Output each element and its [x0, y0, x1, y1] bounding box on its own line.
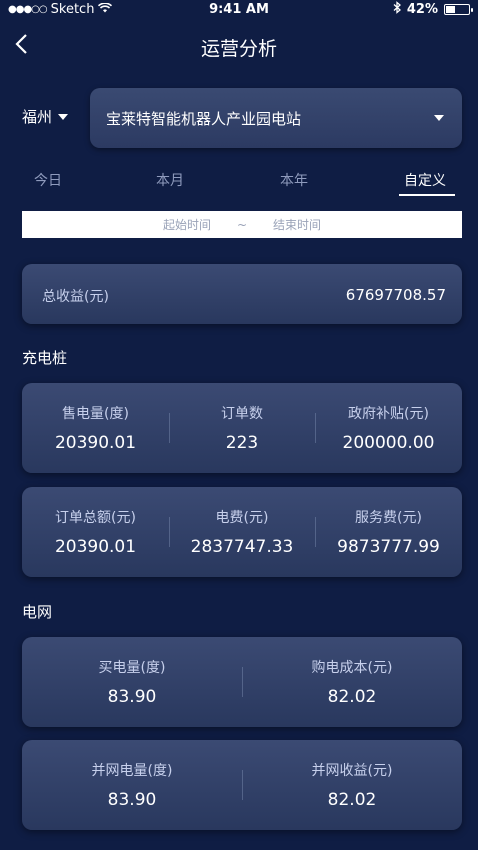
stat-label: 并网电量(度) — [91, 763, 173, 779]
grid-stats-card-1: 买电量(度) 83.90 购电成本(元) 82.02 — [22, 637, 462, 727]
stat-item: 并网收益(元) 82.02 — [242, 740, 462, 830]
stat-item: 并网电量(度) 83.90 — [22, 740, 242, 830]
stat-value: 20390.01 — [54, 433, 137, 453]
stat-value: 223 — [225, 433, 259, 453]
city-label: 福州 — [22, 108, 53, 126]
battery-icon — [444, 3, 473, 15]
stat-item: 服务费(元) 9873777.99 — [315, 487, 462, 577]
stat-label: 买电量(度) — [98, 660, 166, 676]
stat-label: 服务费(元) — [355, 510, 422, 526]
bluetooth-icon — [393, 0, 401, 18]
active-tab-indicator — [399, 194, 455, 196]
stat-value: 200000.00 — [342, 433, 435, 453]
stat-label: 订单数 — [221, 406, 263, 422]
battery-fill — [446, 5, 455, 13]
tab-custom[interactable]: 自定义 — [404, 170, 446, 190]
battery-percent: 42% — [406, 1, 438, 17]
stat-value: 82.02 — [327, 687, 377, 707]
time-range-separator: ~ — [236, 217, 248, 232]
tab-year[interactable]: 本年 — [280, 170, 308, 190]
period-tabs: 今日 本月 本年 自定义 — [0, 170, 478, 200]
caret-down-icon — [58, 113, 69, 120]
stat-value: 83.90 — [107, 790, 157, 810]
stat-label: 售电量(度) — [62, 406, 129, 422]
station-label: 宝莱特智能机器人产业园电站 — [106, 109, 302, 128]
filter-row: 福州 宝莱特智能机器人产业园电站 — [0, 88, 478, 148]
total-revenue-value: 67697708.57 — [345, 286, 446, 304]
stat-value: 82.02 — [327, 790, 377, 810]
tab-today[interactable]: 今日 — [34, 170, 62, 190]
station-selector[interactable]: 宝莱特智能机器人产业园电站 — [90, 88, 462, 148]
stat-label: 电费(元) — [215, 510, 269, 526]
stat-item: 政府补贴(元) 200000.00 — [315, 383, 462, 473]
page-title: 运营分析 — [200, 38, 277, 60]
charging-stats-card-1: 售电量(度) 20390.01 订单数 223 政府补贴(元) 200000.0… — [22, 383, 462, 473]
stat-item: 电费(元) 2837747.33 — [169, 487, 315, 577]
grid-stats-card-2: 并网电量(度) 83.90 并网收益(元) 82.02 — [22, 740, 462, 830]
end-time-field[interactable]: 结束时间 — [273, 216, 321, 233]
stat-item: 买电量(度) 83.90 — [22, 637, 242, 727]
status-bar: ●●●○○ Sketch 9:41 AM 42% — [0, 0, 478, 18]
caret-down-icon — [434, 115, 444, 121]
stat-label: 并网收益(元) — [311, 763, 393, 779]
nav-bar: 运营分析 — [0, 30, 478, 66]
charging-stats-card-2: 订单总额(元) 20390.01 电费(元) 2837747.33 服务费(元)… — [22, 487, 462, 577]
stat-label: 订单总额(元) — [55, 510, 136, 526]
stat-value: 20390.01 — [54, 537, 137, 557]
stat-item: 订单总额(元) 20390.01 — [22, 487, 169, 577]
stat-label: 政府补贴(元) — [348, 406, 429, 422]
stat-value: 9873777.99 — [337, 537, 440, 557]
total-revenue-label: 总收益(元) — [42, 289, 109, 305]
section-title-charging: 充电桩 — [22, 349, 68, 367]
city-selector[interactable]: 福州 — [22, 106, 69, 127]
status-right: 42% — [393, 0, 473, 18]
tab-month[interactable]: 本月 — [156, 170, 184, 190]
section-title-grid: 电网 — [22, 603, 53, 621]
stat-item: 售电量(度) 20390.01 — [22, 383, 169, 473]
total-revenue-card: 总收益(元) 67697708.57 — [22, 264, 462, 324]
stat-label: 购电成本(元) — [311, 660, 393, 676]
stat-value: 2837747.33 — [190, 537, 294, 557]
stat-item: 购电成本(元) 82.02 — [242, 637, 462, 727]
start-time-field[interactable]: 起始时间 — [163, 216, 211, 233]
time-range-picker: 起始时间 ~ 结束时间 — [22, 211, 462, 238]
stat-value: 83.90 — [107, 687, 157, 707]
stat-item: 订单数 223 — [169, 383, 315, 473]
